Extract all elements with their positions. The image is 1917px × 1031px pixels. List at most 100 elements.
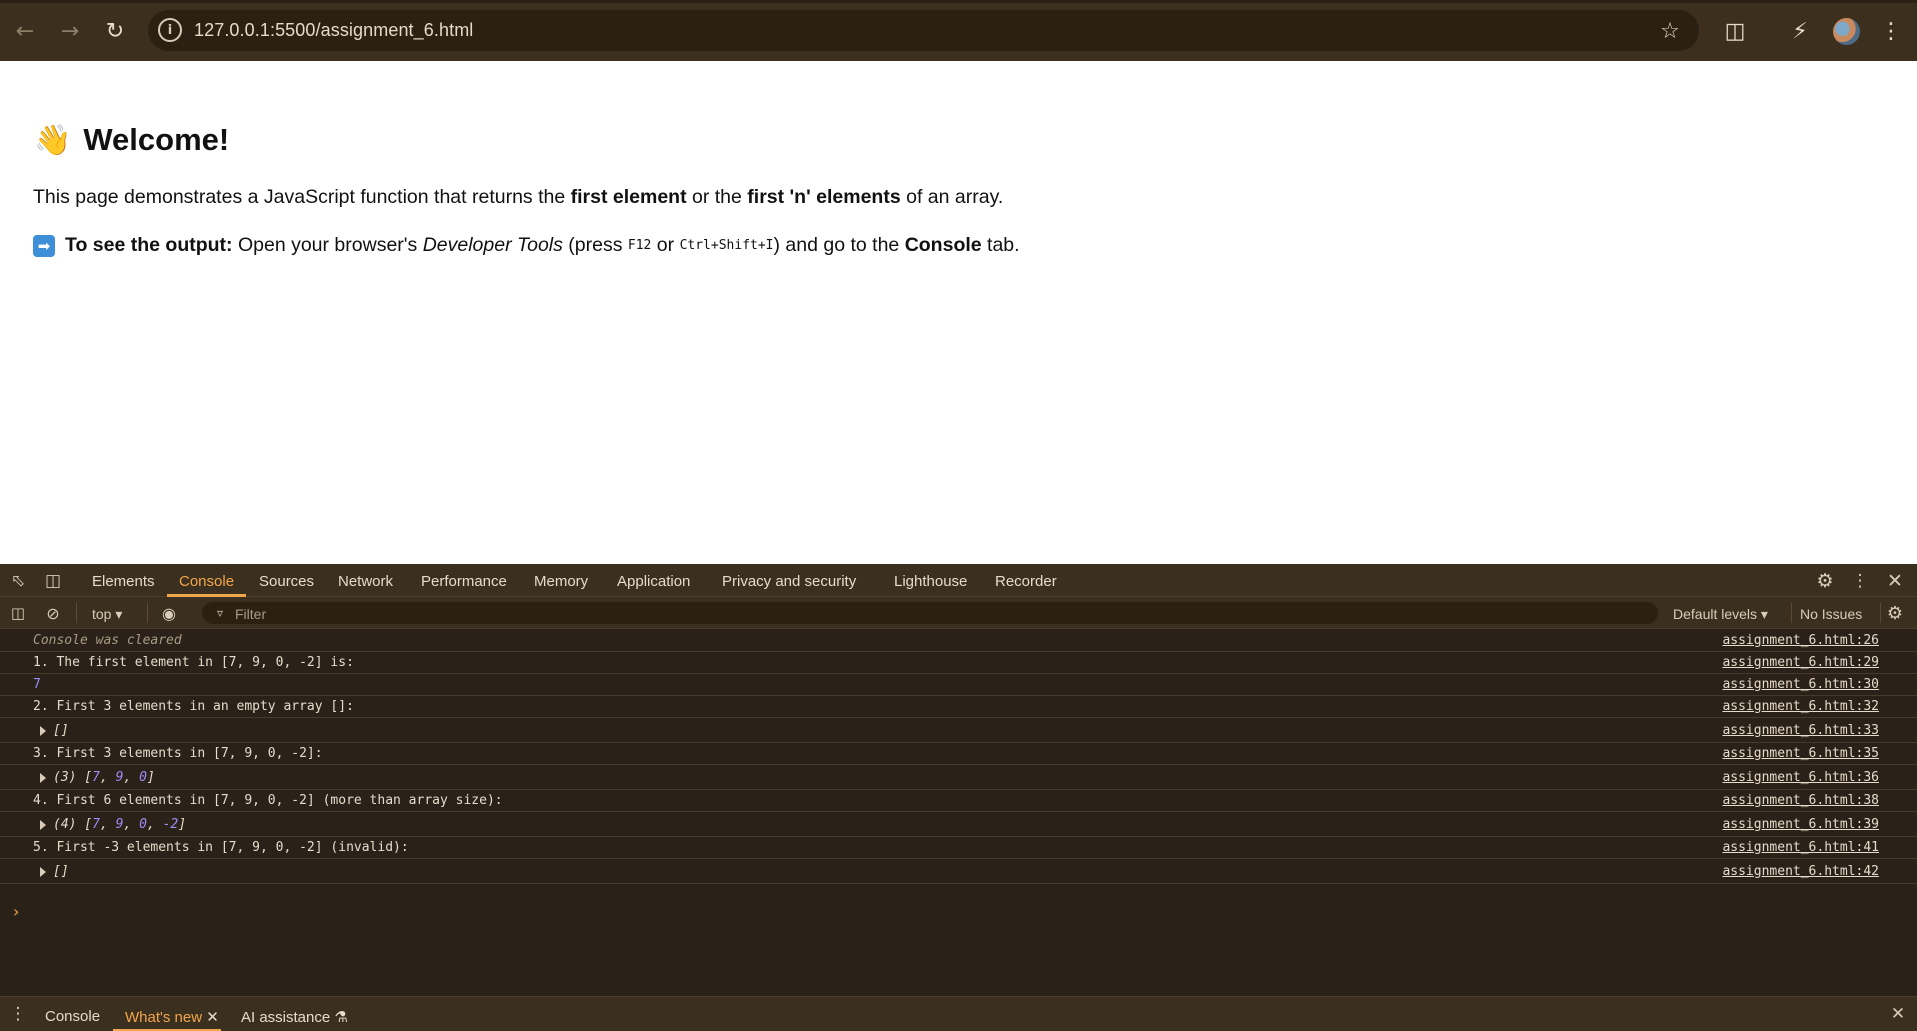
reload-icon[interactable]: ↻	[101, 17, 129, 45]
key-f12: F12	[627, 238, 652, 253]
console-source-link[interactable]: assignment_6.html:42	[1722, 864, 1879, 879]
context-selector[interactable]: top ▾	[92, 606, 122, 623]
tab-elements[interactable]: Elements	[92, 573, 155, 590]
console-row: 3. First 3 elements in [7, 9, 0, -2]: as…	[0, 743, 1917, 765]
tab-memory[interactable]: Memory	[534, 573, 588, 590]
console-message: 7	[33, 677, 41, 692]
tab-performance[interactable]: Performance	[421, 573, 507, 590]
array-value: 9	[115, 770, 124, 785]
tab-sources[interactable]: Sources	[259, 573, 314, 590]
filter-placeholder: Filter	[235, 606, 267, 622]
console-row: 4. First 6 elements in [7, 9, 0, -2] (mo…	[0, 790, 1917, 812]
console-message: 4. First 6 elements in [7, 9, 0, -2] (mo…	[33, 793, 503, 808]
console-source-link[interactable]: assignment_6.html:29	[1722, 655, 1879, 670]
expandable-array[interactable]: []	[40, 723, 69, 738]
drawer-tab-ai-assistance[interactable]: AI assistance ⚗	[241, 1008, 348, 1026]
sidebar-toggle-icon[interactable]: ◫	[8, 603, 28, 623]
console-toolbar: ◫ ⊘ top ▾ ◉ ▿ Filter Default levels ▾ No…	[0, 597, 1917, 629]
intro-bold-first-element: first element	[570, 186, 687, 208]
more-options-icon[interactable]: ⋮	[1849, 570, 1871, 592]
toolbar-divider	[1880, 603, 1881, 623]
toolbar-divider	[76, 603, 77, 623]
tab-lighthouse[interactable]: Lighthouse	[894, 573, 967, 590]
tab-privacy-security[interactable]: Privacy and security	[722, 573, 856, 590]
devtools-tab-bar: ⬁ ◫ Elements Console Sources Network Per…	[0, 564, 1917, 597]
issues-counter[interactable]: No Issues	[1800, 606, 1862, 622]
filter-funnel-icon: ▿	[216, 606, 224, 620]
performance-icon[interactable]: ⚡	[1785, 16, 1815, 46]
instruction-text: ) and go to the	[773, 234, 905, 256]
close-tab-icon[interactable]: ✕	[206, 1009, 219, 1026]
tab-application[interactable]: Application	[617, 573, 690, 590]
array-value: 7	[92, 817, 100, 832]
instruction-text: (press	[562, 234, 628, 256]
log-levels-dropdown[interactable]: Default levels ▾	[1673, 606, 1768, 623]
expand-triangle-icon[interactable]	[40, 772, 46, 783]
device-toolbar-icon[interactable]: ◫	[43, 571, 63, 591]
array-value: 0	[139, 817, 147, 832]
console-source-link[interactable]: assignment_6.html:30	[1722, 677, 1879, 692]
instruction-devtools: Developer Tools	[422, 234, 563, 256]
tab-recorder[interactable]: Recorder	[995, 573, 1057, 590]
console-settings-gear-icon[interactable]: ⚙	[1884, 602, 1906, 624]
array-value: 0	[139, 770, 147, 785]
console-source-link[interactable]: assignment_6.html:39	[1722, 817, 1879, 832]
console-message: 5. First -3 elements in [7, 9, 0, -2] (i…	[33, 840, 409, 855]
console-source-link[interactable]: assignment_6.html:33	[1722, 723, 1879, 738]
url-text[interactable]: 127.0.0.1:5500/assignment_6.html	[194, 20, 473, 41]
drawer-tab-label: AI assistance	[241, 1009, 331, 1026]
expand-triangle-icon[interactable]	[40, 866, 46, 877]
site-info-icon[interactable]: i	[158, 18, 182, 42]
drawer-tab-label: What's new	[125, 1009, 203, 1026]
drawer-tab-whats-new[interactable]: What's new ✕	[125, 1008, 219, 1026]
tab-network[interactable]: Network	[338, 573, 393, 590]
console-row: (3) [7, 9, 0] assignment_6.html:36	[0, 765, 1917, 790]
drawer-tab-console[interactable]: Console	[45, 1008, 100, 1025]
forward-arrow-icon[interactable]: →	[56, 17, 84, 45]
array-preview: []	[53, 864, 69, 879]
bookmark-star-icon[interactable]: ☆	[1655, 16, 1685, 46]
tab-console[interactable]: Console	[179, 573, 234, 590]
console-source-link[interactable]: assignment_6.html:26	[1722, 633, 1879, 648]
extensions-icon[interactable]: ◫	[1720, 16, 1750, 46]
expand-triangle-icon[interactable]	[40, 725, 46, 736]
instruction-text: or	[651, 234, 680, 256]
console-prompt[interactable]: ›	[13, 902, 19, 921]
console-row: [] assignment_6.html:33	[0, 718, 1917, 743]
expand-triangle-icon[interactable]	[40, 819, 46, 830]
back-arrow-icon[interactable]: ←	[11, 17, 39, 45]
expandable-array[interactable]: []	[40, 864, 69, 879]
console-message: 2. First 3 elements in an empty array []…	[33, 699, 354, 714]
drawer-menu-icon[interactable]: ⋮	[8, 1004, 28, 1024]
console-source-link[interactable]: assignment_6.html:36	[1722, 770, 1879, 785]
filter-input[interactable]	[202, 602, 1658, 624]
console-row: 5. First -3 elements in [7, 9, 0, -2] (i…	[0, 837, 1917, 859]
key-ctrl-shift-i: Ctrl+Shift+I	[679, 238, 774, 253]
inspect-element-icon[interactable]: ⬁	[8, 571, 28, 591]
browser-toolbar: ← → ↻ i 127.0.0.1:5500/assignment_6.html…	[0, 0, 1917, 61]
browser-menu-icon[interactable]: ⋮	[1876, 16, 1906, 46]
intro-text: This page demonstrates a JavaScript func…	[33, 186, 571, 208]
instruction-text: tab.	[981, 234, 1020, 256]
intro-paragraph: This page demonstrates a JavaScript func…	[33, 186, 1003, 209]
instruction-text: Open your browser's	[232, 234, 423, 256]
close-devtools-icon[interactable]: ✕	[1884, 570, 1906, 592]
console-source-link[interactable]: assignment_6.html:35	[1722, 746, 1879, 761]
settings-gear-icon[interactable]: ⚙	[1814, 570, 1836, 592]
profile-avatar[interactable]	[1833, 18, 1860, 45]
console-message: Console was cleared	[33, 633, 182, 648]
console-row: 7 assignment_6.html:30	[0, 674, 1917, 696]
devtools-drawer: ⋮ Console What's new ✕ AI assistance ⚗ ✕	[0, 996, 1917, 1031]
console-row: Console was cleared assignment_6.html:26	[0, 630, 1917, 652]
expandable-array[interactable]: (4) [7, 9, 0, -2]	[40, 817, 186, 832]
tab-strip-edge	[0, 0, 1917, 3]
console-source-link[interactable]: assignment_6.html:41	[1722, 840, 1879, 855]
expandable-array[interactable]: (3) [7, 9, 0]	[40, 770, 155, 785]
waving-hand-icon: 👋	[34, 122, 72, 158]
console-source-link[interactable]: assignment_6.html:38	[1722, 793, 1879, 808]
toolbar-divider	[147, 603, 148, 623]
clear-console-icon[interactable]: ⊘	[43, 603, 63, 623]
close-drawer-icon[interactable]: ✕	[1888, 1004, 1908, 1024]
live-expression-eye-icon[interactable]: ◉	[158, 603, 180, 623]
console-source-link[interactable]: assignment_6.html:32	[1722, 699, 1879, 714]
